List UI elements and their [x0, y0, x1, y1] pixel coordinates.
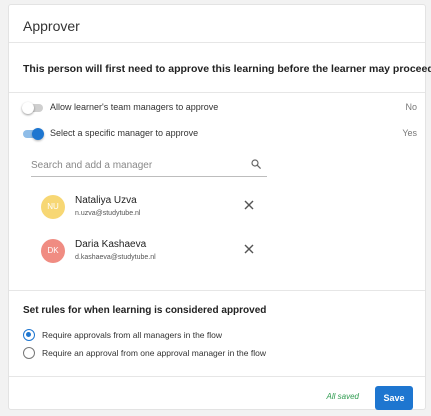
- team-managers-toggle-label: Allow learner's team managers to approve: [50, 102, 219, 112]
- save-status: All saved: [326, 392, 359, 401]
- avatar: NU: [41, 195, 65, 219]
- specific-manager-toggle-label: Select a specific manager to approve: [50, 128, 199, 138]
- rule-option-all-managers[interactable]: Require approvals from all managers in t…: [23, 329, 323, 343]
- toggle-knob: [22, 102, 34, 114]
- save-button[interactable]: Save: [375, 386, 413, 410]
- manager-item: NU Nataliya Uzva n.uzva@studytube.nl: [41, 195, 255, 227]
- remove-manager-close-icon[interactable]: [243, 243, 255, 255]
- manager-name: Nataliya Uzva: [75, 195, 137, 206]
- specific-manager-toggle[interactable]: [23, 128, 44, 140]
- manager-email: d.kashaeva@studytube.nl: [75, 254, 156, 261]
- team-managers-toggle[interactable]: [22, 102, 43, 114]
- panel-footer: All saved Save: [9, 376, 425, 411]
- panel-title: Approver: [23, 18, 80, 34]
- divider: [9, 290, 425, 291]
- toggle-knob: [32, 128, 44, 140]
- team-managers-toggle-row: Allow learner's team managers to approve…: [22, 102, 417, 118]
- avatar: DK: [41, 239, 65, 263]
- manager-name: Daria Kashaeva: [75, 239, 147, 250]
- manager-email: n.uzva@studytube.nl: [75, 210, 141, 217]
- approval-rules-title: Set rules for when learning is considere…: [23, 305, 267, 316]
- rule-option-label: Require an approval from one approval ma…: [42, 348, 266, 358]
- rule-option-label: Require approvals from all managers in t…: [42, 330, 223, 340]
- panel-header: Approver: [9, 5, 425, 43]
- remove-manager-close-icon[interactable]: [243, 199, 255, 211]
- manager-search: [31, 155, 267, 177]
- search-icon[interactable]: [251, 159, 261, 169]
- approval-intro-text: This person will first need to approve t…: [23, 63, 431, 75]
- specific-manager-toggle-value: Yes: [402, 128, 417, 138]
- radio-button[interactable]: [23, 347, 35, 359]
- manager-item: DK Daria Kashaeva d.kashaeva@studytube.n…: [41, 239, 255, 271]
- radio-button[interactable]: [23, 329, 35, 341]
- divider: [9, 92, 425, 93]
- team-managers-toggle-value: No: [405, 102, 417, 112]
- rule-option-one-manager[interactable]: Require an approval from one approval ma…: [23, 347, 323, 361]
- manager-search-input[interactable]: [31, 158, 231, 172]
- approver-panel: Approver This person will first need to …: [8, 4, 431, 411]
- specific-manager-toggle-row: Select a specific manager to approve Yes: [23, 128, 417, 144]
